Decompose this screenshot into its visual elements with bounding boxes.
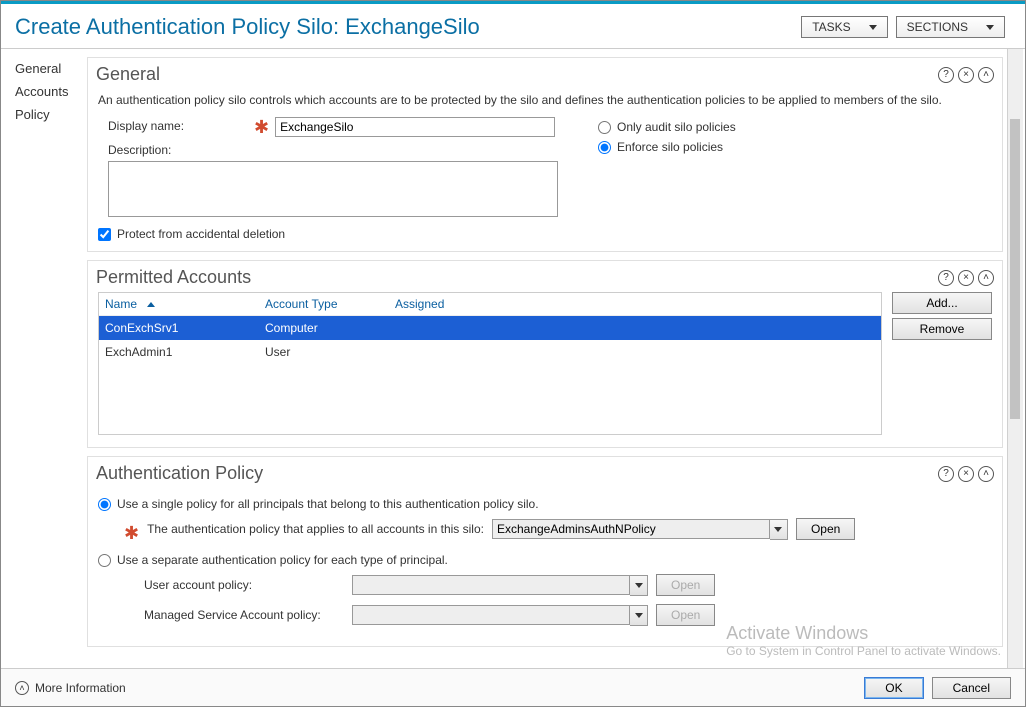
help-icon[interactable]: ?: [938, 270, 954, 286]
single-policy-input[interactable]: [492, 519, 770, 539]
collapse-icon[interactable]: ˄: [978, 466, 994, 482]
page-title: Create Authentication Policy Silo: Excha…: [15, 14, 793, 40]
tasks-dropdown[interactable]: TASKS: [801, 16, 887, 38]
section-authentication-policy: Authentication Policy ? × ˄ Use a single…: [87, 456, 1003, 647]
cell-type: Computer: [265, 321, 395, 335]
col-name-text: Name: [105, 297, 137, 311]
display-name-label: Display name:: [108, 117, 248, 133]
sections-label: SECTIONS: [907, 20, 968, 34]
enforce-radio-row[interactable]: Enforce silo policies: [598, 137, 736, 157]
close-icon[interactable]: ×: [958, 270, 974, 286]
chevron-down-icon[interactable]: [630, 575, 648, 596]
column-header-type[interactable]: Account Type: [265, 297, 395, 311]
close-icon[interactable]: ×: [958, 67, 974, 83]
collapse-icon[interactable]: ˄: [978, 67, 994, 83]
add-button[interactable]: Add...: [892, 292, 992, 314]
single-policy-label: Use a single policy for all principals t…: [117, 497, 539, 511]
sidebar: General Accounts Policy: [1, 49, 87, 698]
description-label: Description:: [108, 141, 248, 157]
enforce-label: Enforce silo policies: [617, 140, 723, 154]
more-information-toggle[interactable]: ˄ More Information: [15, 681, 856, 695]
msa-policy-input[interactable]: [352, 605, 630, 625]
chevron-down-icon[interactable]: [630, 605, 648, 626]
protect-checkbox[interactable]: [98, 228, 111, 241]
msa-policy-label: Managed Service Account policy:: [144, 608, 344, 622]
tasks-label: TASKS: [812, 20, 850, 34]
separate-policy-radio[interactable]: [98, 554, 111, 567]
open-button[interactable]: Open: [656, 604, 715, 626]
page-header: Create Authentication Policy Silo: Excha…: [1, 4, 1025, 49]
chevron-down-icon: [986, 25, 994, 30]
cell-name: ConExchSrv1: [105, 321, 265, 335]
audit-radio-row[interactable]: Only audit silo policies: [598, 117, 736, 137]
protect-label: Protect from accidental deletion: [117, 227, 285, 241]
cancel-button[interactable]: Cancel: [932, 677, 1011, 699]
chevron-down-icon[interactable]: [770, 519, 788, 540]
cell-name: ExchAdmin1: [105, 345, 265, 359]
sections-dropdown[interactable]: SECTIONS: [896, 16, 1005, 38]
table-row[interactable]: ExchAdmin1 User: [99, 340, 881, 364]
open-button[interactable]: Open: [656, 574, 715, 596]
section-general: General ? × ˄ An authentication policy s…: [87, 57, 1003, 252]
general-description: An authentication policy silo controls w…: [88, 89, 1002, 115]
open-button[interactable]: Open: [796, 518, 855, 540]
chevron-up-icon: ˄: [15, 681, 29, 695]
section-title-general: General: [96, 64, 934, 85]
separate-policy-radio-row[interactable]: Use a separate authentication policy for…: [98, 550, 992, 570]
cell-type: User: [265, 345, 395, 359]
help-icon[interactable]: ?: [938, 466, 954, 482]
main-content: General ? × ˄ An authentication policy s…: [87, 49, 1025, 698]
table-row[interactable]: ConExchSrv1 Computer: [99, 316, 881, 340]
single-policy-radio-row[interactable]: Use a single policy for all principals t…: [98, 494, 992, 514]
required-icon: ✱: [254, 121, 269, 133]
msa-policy-combo[interactable]: [352, 605, 648, 626]
display-name-input[interactable]: [275, 117, 555, 137]
enforce-radio[interactable]: [598, 141, 611, 154]
more-info-label: More Information: [35, 681, 126, 695]
user-policy-label: User account policy:: [144, 578, 344, 592]
scrollbar-thumb[interactable]: [1010, 119, 1020, 419]
audit-radio[interactable]: [598, 121, 611, 134]
remove-button[interactable]: Remove: [892, 318, 992, 340]
sidebar-item-general[interactable]: General: [15, 57, 87, 80]
single-policy-desc: The authentication policy that applies t…: [147, 522, 484, 536]
user-policy-input[interactable]: [352, 575, 630, 595]
section-permitted-accounts: Permitted Accounts ? × ˄ Name Account Ty…: [87, 260, 1003, 448]
ok-button[interactable]: OK: [864, 677, 923, 699]
column-header-assigned[interactable]: Assigned: [395, 297, 444, 311]
chevron-down-icon: [869, 25, 877, 30]
section-title-accounts: Permitted Accounts: [96, 267, 934, 288]
help-icon[interactable]: ?: [938, 67, 954, 83]
collapse-icon[interactable]: ˄: [978, 270, 994, 286]
section-title-policy: Authentication Policy: [96, 463, 934, 484]
single-policy-combo[interactable]: [492, 519, 788, 540]
sidebar-item-accounts[interactable]: Accounts: [15, 80, 87, 103]
vertical-scrollbar[interactable]: [1007, 49, 1023, 698]
description-textarea[interactable]: [108, 161, 558, 217]
footer-bar: ˄ More Information OK Cancel: [1, 668, 1025, 706]
audit-label: Only audit silo policies: [617, 120, 736, 134]
sort-ascending-icon: [147, 302, 155, 307]
close-icon[interactable]: ×: [958, 466, 974, 482]
accounts-table: Name Account Type Assigned ConExchSrv1 C…: [98, 292, 882, 435]
separate-policy-label: Use a separate authentication policy for…: [117, 553, 448, 567]
required-icon: ✱: [124, 527, 139, 539]
sidebar-item-policy[interactable]: Policy: [15, 103, 87, 126]
user-policy-combo[interactable]: [352, 575, 648, 596]
column-header-name[interactable]: Name: [105, 297, 265, 311]
single-policy-radio[interactable]: [98, 498, 111, 511]
